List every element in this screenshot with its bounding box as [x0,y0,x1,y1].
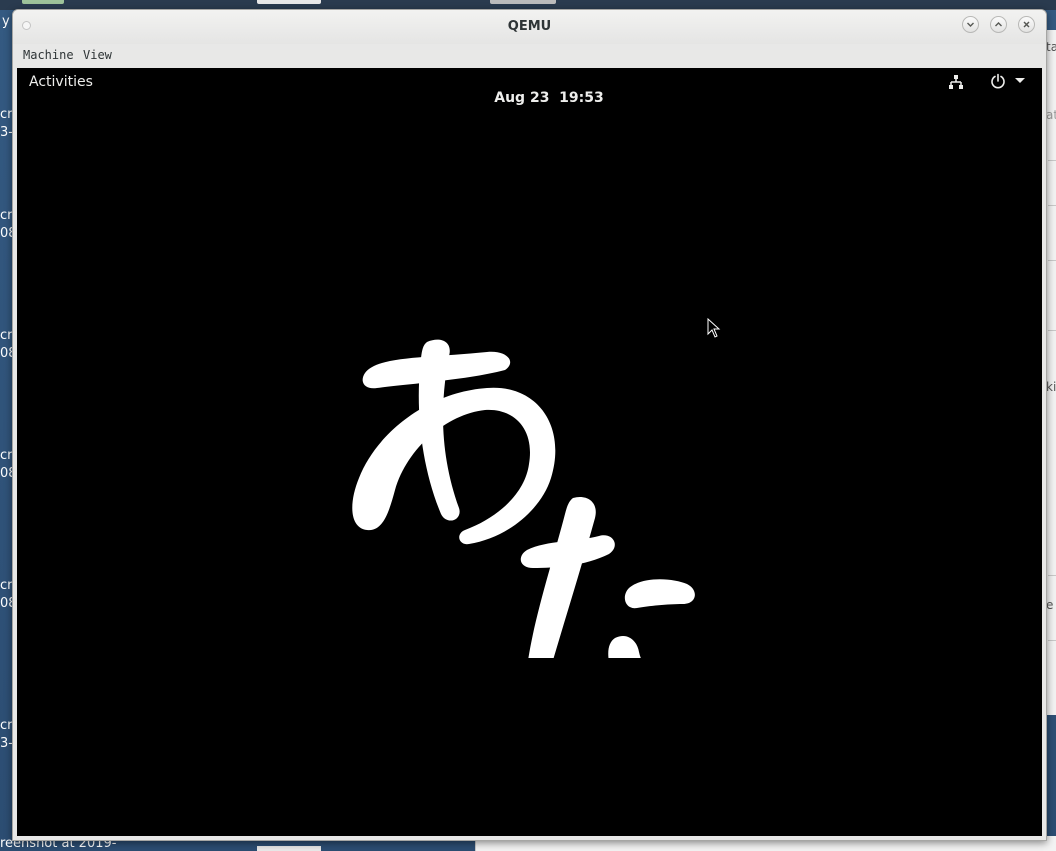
background-window-text: e r [1046,598,1056,612]
dropdown-arrow-icon[interactable] [1015,78,1025,84]
desktop-file-label[interactable]: cr [0,208,12,223]
desktop-file-label[interactable]: cre [0,718,12,733]
minimize-button[interactable] [962,16,979,33]
qemu-window: QEMU Machine View Activities Aug 23 19:5… [12,9,1047,841]
glyph-ta [520,497,695,658]
background-divider [1048,330,1056,331]
clock-container: Aug 23 19:53 [17,74,1042,122]
desktop-file-label[interactable]: 08 [0,596,12,611]
desktop-file-label[interactable]: 08 [0,226,12,241]
power-icon[interactable] [990,73,1006,89]
desktop-file-label[interactable]: cr [0,448,12,463]
desktop-file-label[interactable]: 08 [0,466,12,481]
menubar: Machine View [13,44,1046,68]
network-wired-icon[interactable] [948,74,964,90]
background-divider [1048,575,1056,576]
desktop-file-label[interactable]: cre [0,578,12,593]
maximize-icon [995,22,1002,27]
background-taskbar-button[interactable] [257,0,321,4]
guest-display[interactable]: Activities Aug 23 19:53 [17,68,1042,836]
background-taskbar-button[interactable] [22,0,64,4]
mouse-cursor-icon [707,318,721,338]
background-window-text: kin [1046,380,1056,394]
background-divider [1048,205,1056,206]
close-button[interactable] [1018,16,1035,33]
desktop-file-label[interactable]: cr [0,107,12,122]
close-icon [1023,21,1030,28]
background-divider [1048,160,1056,161]
titlebar[interactable]: QEMU [13,10,1046,44]
menu-view[interactable]: View [81,47,114,63]
clock[interactable]: Aug 23 19:53 [494,90,604,106]
desktop-file-label[interactable]: 08 [0,346,12,361]
background-divider [1048,260,1056,261]
gnome-top-bar: Activities Aug 23 19:53 [17,68,1042,106]
background-divider [1048,640,1056,641]
desktop-file-label[interactable]: cr [0,328,12,343]
background-window-text: ta [1046,40,1056,54]
desktop-file-label[interactable]: 3- [0,125,12,140]
glyph-a [352,339,556,545]
desktop-file-label[interactable]: 3- [0,736,12,751]
minimize-icon [967,22,974,27]
maximize-button[interactable] [990,16,1007,33]
menu-machine[interactable]: Machine [21,47,76,63]
window-title: QEMU [507,19,552,34]
background-taskbar-button[interactable] [490,0,556,4]
background-window-text: at [1046,108,1056,122]
background-taskbar-button[interactable] [257,846,321,851]
japanese-glyphs-logo [352,339,695,658]
desktop-file-label[interactable]: y [2,14,12,29]
